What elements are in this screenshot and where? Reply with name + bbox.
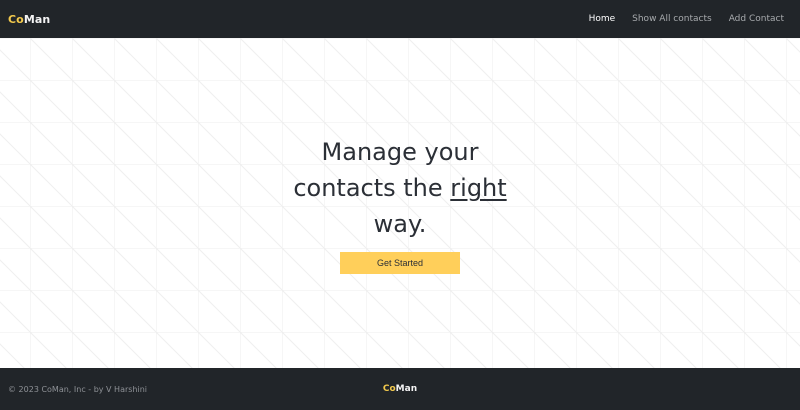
brand-rest: Man: [23, 12, 51, 26]
footer-copyright: © 2023 CoMan, Inc - by V Harshini: [8, 384, 148, 394]
footer: © 2023 CoMan, Inc - by V Harshini CoMan: [0, 368, 800, 410]
hero-section: Manage your contacts the right way. Get …: [0, 38, 800, 368]
nav-link-home[interactable]: Home: [589, 14, 616, 24]
headline-emphasis: right: [450, 174, 507, 202]
hero-headline: Manage your contacts the right way.: [285, 134, 515, 242]
brand-logo[interactable]: CoMan: [8, 13, 50, 26]
nav-link-add-contact[interactable]: Add Contact: [729, 14, 784, 24]
hero-content: Manage your contacts the right way. Get …: [0, 38, 800, 368]
navbar: CoMan Home Show All contacts Add Contact: [0, 0, 800, 38]
footer-brand-rest: Man: [395, 384, 418, 394]
footer-brand[interactable]: CoMan: [383, 384, 417, 394]
get-started-button[interactable]: Get Started: [340, 252, 460, 274]
brand-accent: Co: [8, 12, 24, 26]
headline-text-end: way.: [373, 210, 427, 238]
nav-links: Home Show All contacts Add Contact: [589, 14, 784, 24]
footer-brand-accent: Co: [382, 384, 396, 394]
nav-link-show-all-contacts[interactable]: Show All contacts: [632, 14, 712, 24]
